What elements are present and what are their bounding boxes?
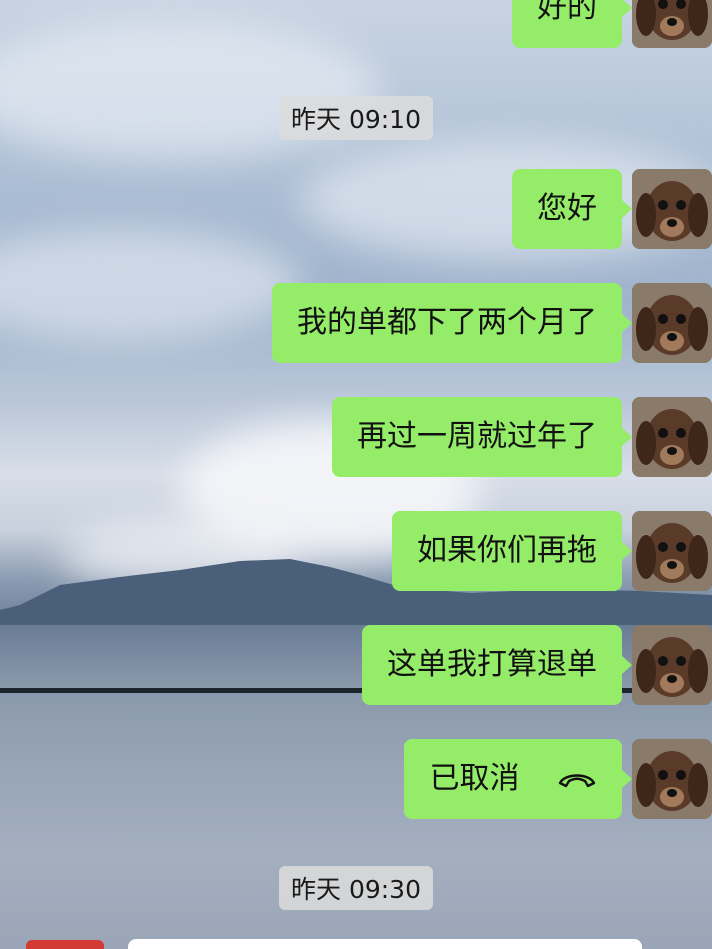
dog-avatar-icon xyxy=(632,511,712,591)
call-status-text: 已取消 xyxy=(429,761,520,796)
timestamp: 昨天 09:10 xyxy=(279,96,433,140)
message-row: 再过一周就过年了 xyxy=(0,397,712,477)
message-bubble[interactable]: 您好 xyxy=(512,169,632,249)
dog-avatar-icon xyxy=(632,625,712,705)
shop-thumbnail[interactable] xyxy=(26,940,104,949)
dog-avatar-icon xyxy=(632,397,712,477)
message-bubble[interactable]: 我的单都下了两个月了 xyxy=(272,283,632,363)
message-row: 您好 xyxy=(0,169,712,249)
message-row: 我的单都下了两个月了 xyxy=(0,283,712,363)
user-avatar[interactable] xyxy=(632,169,712,249)
message-bubble[interactable]: 这单我打算退单 xyxy=(362,625,632,705)
timestamp: 昨天 09:30 xyxy=(279,866,433,910)
user-avatar[interactable] xyxy=(632,511,712,591)
user-avatar[interactable] xyxy=(632,739,712,819)
user-avatar[interactable] xyxy=(632,397,712,477)
phone-hangup-icon xyxy=(557,740,597,820)
message-bubble[interactable]: 再过一周就过年了 xyxy=(332,397,632,477)
user-avatar[interactable] xyxy=(632,0,712,48)
dog-avatar-icon xyxy=(632,169,712,249)
dog-avatar-icon xyxy=(632,739,712,819)
dog-avatar-icon xyxy=(632,0,712,48)
message-bubble[interactable]: 如果你们再拖 xyxy=(392,511,632,591)
message-card[interactable] xyxy=(128,939,642,949)
message-row: 这单我打算退单 xyxy=(0,625,712,705)
message-bubble[interactable]: 好的 xyxy=(512,0,632,48)
user-avatar[interactable] xyxy=(632,625,712,705)
message-row: 好的 xyxy=(0,0,712,48)
message-row: 已取消 xyxy=(0,739,712,819)
message-row: 如果你们再拖 xyxy=(0,511,712,591)
dog-avatar-icon xyxy=(632,283,712,363)
chat-background: 好的 昨天 09:10 您好 我的单都下了两个月了 再过一周就过年了 如果你们再… xyxy=(0,0,712,949)
call-message-bubble[interactable]: 已取消 xyxy=(404,739,632,820)
user-avatar[interactable] xyxy=(632,283,712,363)
